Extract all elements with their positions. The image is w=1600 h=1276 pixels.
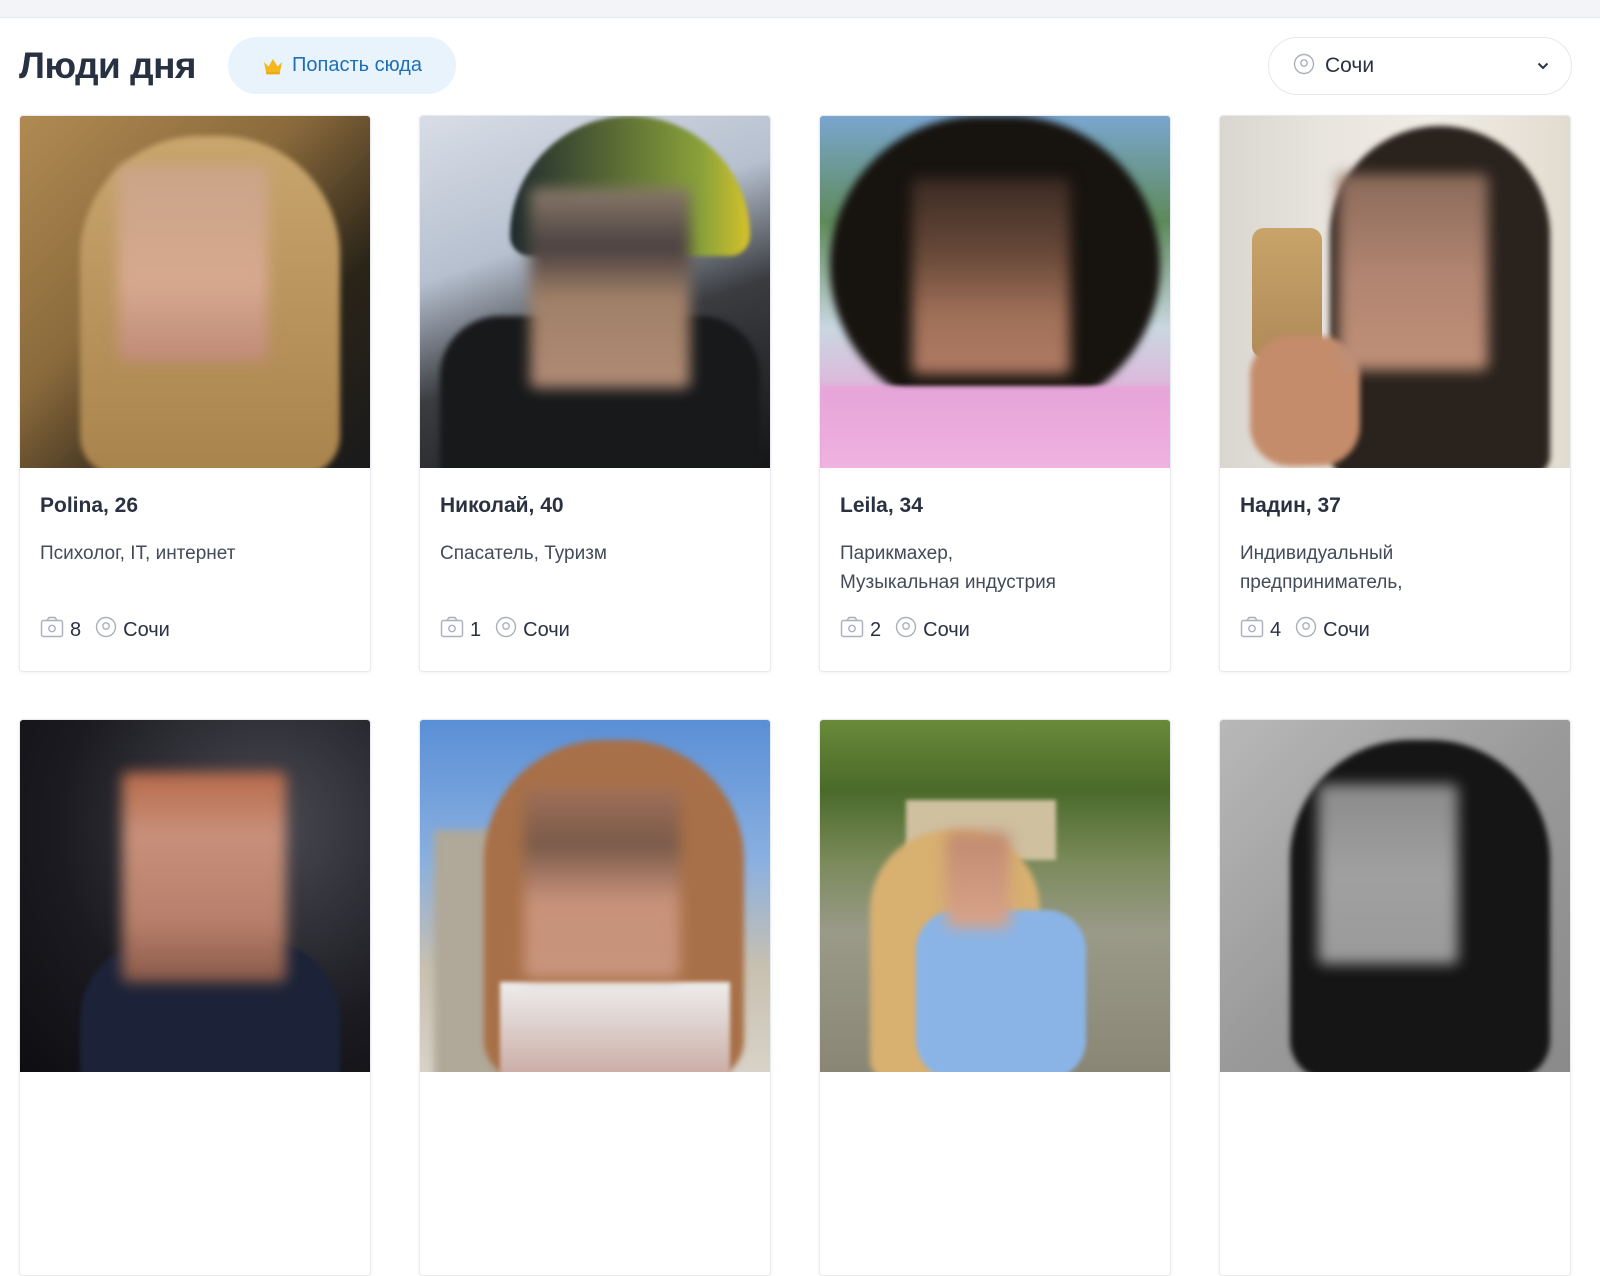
location-pin-icon	[95, 616, 117, 644]
get-featured-label: Попасть сюда	[292, 54, 422, 76]
top-bar	[0, 0, 1600, 18]
city-select-value: Сочи	[1325, 54, 1375, 77]
crown-icon	[262, 57, 284, 75]
photo-count: 4	[1270, 618, 1282, 641]
profile-photo	[420, 116, 770, 468]
photo-count: 1	[470, 618, 482, 641]
camera-icon	[40, 616, 64, 644]
profile-card[interactable]	[819, 719, 1171, 1276]
profile-profession: Спасатель, Туризм	[440, 543, 607, 564]
camera-icon	[840, 616, 864, 644]
profile-card[interactable]: Polina, 26 Психолог, IT, интернет 8 Сочи	[19, 115, 371, 672]
profile-photo	[20, 116, 370, 468]
profile-card[interactable]: Leila, 34 Парикмахер, Музыкальная индуст…	[819, 115, 1171, 672]
profile-meta: 4 Сочи	[1240, 616, 1370, 644]
photo-count: 8	[70, 618, 82, 641]
photo-count: 2	[870, 618, 882, 641]
camera-icon	[440, 616, 464, 644]
city-select[interactable]: Сочи	[1268, 37, 1572, 95]
profile-card[interactable]: Николай, 40 Спасатель, Туризм 1 Сочи	[419, 115, 771, 672]
profile-city: Сочи	[923, 618, 970, 641]
profile-photo	[20, 720, 370, 1072]
profile-photo	[420, 720, 770, 1072]
profile-meta: 1 Сочи	[440, 616, 570, 644]
profile-card[interactable]	[419, 719, 771, 1276]
profile-name: Надин, 37	[1240, 494, 1341, 517]
profile-profession: Парикмахер, Музыкальная индустрия	[840, 543, 1056, 593]
profile-photo	[1220, 720, 1570, 1072]
profile-card[interactable]	[19, 719, 371, 1276]
get-featured-button[interactable]: Попасть сюда	[228, 37, 456, 94]
location-pin-icon	[1295, 616, 1317, 644]
profile-meta: 8 Сочи	[40, 616, 170, 644]
profile-city: Сочи	[523, 618, 570, 641]
profile-card[interactable]	[1219, 719, 1571, 1276]
profile-photo	[820, 720, 1170, 1072]
profile-card[interactable]: Надин, 37 Индивидуальный предприниматель…	[1219, 115, 1571, 672]
profile-photo	[820, 116, 1170, 468]
profile-profession: Психолог, IT, интернет	[40, 543, 236, 564]
location-pin-icon	[1293, 53, 1315, 80]
profile-name: Leila, 34	[840, 494, 923, 517]
profile-city: Сочи	[1323, 618, 1370, 641]
profile-city: Сочи	[123, 618, 170, 641]
profile-photo	[1220, 116, 1570, 468]
profile-name: Polina, 26	[40, 494, 139, 517]
profile-profession: Индивидуальный предприниматель, Образова…	[1240, 543, 1403, 593]
profile-name: Николай, 40	[440, 494, 564, 517]
location-pin-icon	[495, 616, 517, 644]
chevron-down-icon	[1537, 57, 1549, 75]
profile-meta: 2 Сочи	[840, 616, 970, 644]
camera-icon	[1240, 616, 1264, 644]
location-pin-icon	[895, 616, 917, 644]
page-title: Люди дня	[19, 45, 197, 86]
